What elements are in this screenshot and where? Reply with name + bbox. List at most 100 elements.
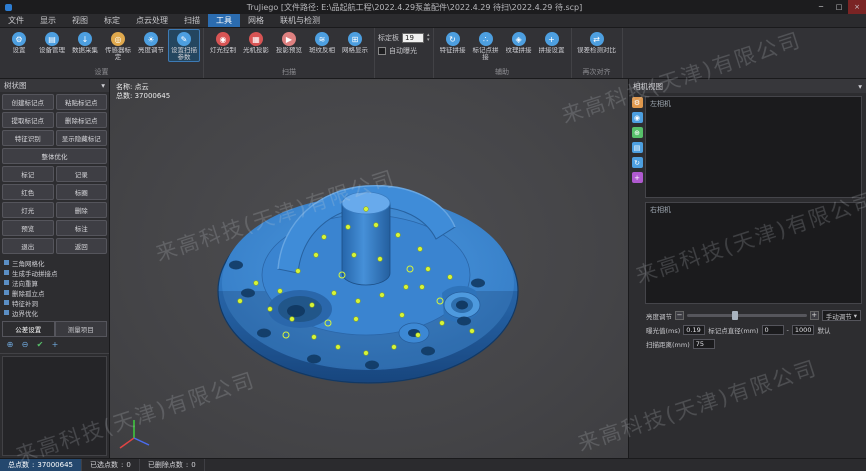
scan-distance-input[interactable]: 75 bbox=[693, 339, 715, 349]
camera-icon[interactable]: ◉ bbox=[632, 112, 643, 123]
markers-icon: ∴ bbox=[479, 32, 493, 46]
tab-mesh[interactable]: 网格 bbox=[240, 14, 272, 27]
error-compare-button[interactable]: ⇄ 误差检测对比 bbox=[575, 29, 619, 62]
tab-tools[interactable]: 工具 bbox=[208, 14, 240, 27]
minimize-button[interactable]: ─ bbox=[812, 0, 830, 14]
slider-thumb[interactable] bbox=[732, 311, 738, 320]
settings-button[interactable]: ⚙ 设置 bbox=[3, 29, 35, 62]
tab-view[interactable]: 视图 bbox=[64, 14, 96, 27]
circle-button[interactable]: 标圈 bbox=[56, 184, 108, 200]
device-manager-button[interactable]: ▤ 设备管理 bbox=[36, 29, 68, 62]
scanned-model-3d[interactable] bbox=[110, 79, 628, 458]
brightness-slider[interactable] bbox=[687, 314, 807, 317]
tab-calibration[interactable]: 标定 bbox=[96, 14, 128, 27]
extract-marker-button[interactable]: 提取标记点 bbox=[2, 112, 54, 128]
gear-icon[interactable]: ⚙ bbox=[632, 97, 643, 108]
right-camera-view[interactable]: 右相机 bbox=[645, 202, 862, 304]
pointcloud-name: 名称: 点云 bbox=[116, 83, 170, 92]
create-marker-button[interactable]: 创建标记点 bbox=[2, 94, 54, 110]
stepper-arrows-icon[interactable]: ▴▾ bbox=[427, 33, 430, 43]
device-icon: ▤ bbox=[45, 32, 59, 46]
tab-tolerance[interactable]: 公差设置 bbox=[2, 321, 55, 337]
list-item[interactable]: 特征补洞 bbox=[2, 298, 107, 307]
brightness-button[interactable]: ☀ 亮度调节 bbox=[135, 29, 167, 62]
brightness-mode-select[interactable]: 手动调节 ▾ bbox=[822, 310, 861, 321]
refresh-icon[interactable]: ↻ bbox=[632, 157, 643, 168]
brightness-label: 亮度调节 bbox=[646, 311, 672, 321]
feature-align-button[interactable]: ↻ 特征拼接 bbox=[437, 29, 469, 62]
feature-detect-button[interactable]: 特征识别 bbox=[2, 130, 54, 146]
close-button[interactable]: × bbox=[848, 0, 866, 14]
global-optimize-button[interactable]: 整体优化 bbox=[2, 148, 107, 164]
scan-params-button[interactable]: ✎ 设置扫描参数 bbox=[168, 29, 200, 62]
exit-button[interactable]: 退出 bbox=[2, 238, 54, 254]
tab-display[interactable]: 显示 bbox=[32, 14, 64, 27]
mark-button[interactable]: 标记 bbox=[2, 166, 54, 182]
diamond-icon: ◈ bbox=[512, 32, 526, 46]
preview-small-button[interactable]: 预览 bbox=[2, 220, 54, 236]
marker-align-button[interactable]: ∴ 标记点拼接 bbox=[470, 29, 502, 62]
remove-button[interactable]: 删除 bbox=[56, 202, 108, 218]
tab-scan[interactable]: 扫描 bbox=[176, 14, 208, 27]
left-camera-view[interactable]: 左相机 bbox=[645, 96, 862, 198]
status-filler bbox=[205, 459, 866, 471]
locate-icon[interactable]: + bbox=[50, 340, 60, 350]
list-item[interactable]: 删除孤立点 bbox=[2, 288, 107, 297]
grid-display-button[interactable]: ⊞ 网格显示 bbox=[339, 29, 371, 62]
ribbon-group-label: 辅助 bbox=[437, 67, 568, 78]
tab-pointcloud[interactable]: 点云处理 bbox=[128, 14, 176, 27]
pointcloud-count: 总数: 37000645 bbox=[116, 92, 170, 101]
mesh-icon bbox=[4, 280, 9, 285]
button-label: 光机投影 bbox=[243, 47, 269, 61]
crosshair-icon[interactable]: ⊕ bbox=[632, 127, 643, 138]
axis-triad bbox=[116, 414, 152, 454]
layers-icon[interactable]: ▤ bbox=[632, 142, 643, 153]
window-title: TruJiego [文件路径: E:\品起航工程\2022.4.29泵盖配件\2… bbox=[17, 2, 812, 13]
exposure-input[interactable]: 0.19 bbox=[683, 325, 705, 335]
chevron-down-icon[interactable]: ▾ bbox=[101, 81, 105, 90]
brightness-row: 亮度调节 − + 手动调节 ▾ bbox=[646, 310, 861, 321]
confirm-check-icon[interactable]: ✔ bbox=[35, 340, 45, 350]
record-button[interactable]: 记录 bbox=[56, 166, 108, 182]
stripe-invert-button[interactable]: ≋ 斑纹反相 bbox=[306, 29, 338, 62]
tab-file[interactable]: 文件 bbox=[0, 14, 32, 27]
sensor-calibration-button[interactable]: ◎ 传感器标定 bbox=[102, 29, 134, 62]
auto-exposure-checkbox[interactable] bbox=[378, 47, 386, 55]
zoom-out-icon[interactable]: ⊖ bbox=[20, 340, 30, 350]
calibration-board-input[interactable]: 19 bbox=[402, 33, 424, 43]
data-collect-button[interactable]: ↓ 数据采集 bbox=[69, 29, 101, 62]
align-settings-button[interactable]: + 拼接设置 bbox=[536, 29, 568, 62]
tab-measure[interactable]: 测量项目 bbox=[55, 321, 108, 337]
zoom-in-icon[interactable]: ⊕ bbox=[5, 340, 15, 350]
lamp-control-button[interactable]: ◉ 灯光控制 bbox=[207, 29, 239, 62]
red-button[interactable]: 红色 bbox=[2, 184, 54, 200]
delete-marker-button[interactable]: 删除标记点 bbox=[56, 112, 108, 128]
light-button[interactable]: 灯光 bbox=[2, 202, 54, 218]
list-item[interactable]: 三角网格化 bbox=[2, 258, 107, 267]
viewport-3d[interactable]: 名称: 点云 总数: 37000645 bbox=[110, 79, 628, 458]
button-label: 亮度调节 bbox=[138, 47, 164, 61]
sun-icon: ☀ bbox=[144, 32, 158, 46]
checkbox-label: 自动曝光 bbox=[389, 46, 417, 56]
paste-marker-button[interactable]: 粘贴标记点 bbox=[56, 94, 108, 110]
back-button[interactable]: 返回 bbox=[56, 238, 108, 254]
list-item[interactable]: 边界优化 bbox=[2, 308, 107, 317]
toggle-markers-button[interactable]: 显示隐藏标记 bbox=[56, 130, 108, 146]
tab-inspect[interactable]: 联机与检测 bbox=[272, 14, 328, 27]
marker-diameter-max-input[interactable]: 1000 bbox=[792, 325, 815, 335]
annotate-button[interactable]: 标注 bbox=[56, 220, 108, 236]
projector-button[interactable]: ▦ 光机投影 bbox=[240, 29, 272, 62]
brightness-plus-button[interactable]: + bbox=[810, 311, 819, 320]
add-icon[interactable]: + bbox=[632, 172, 643, 183]
list-item[interactable]: 法向重算 bbox=[2, 278, 107, 287]
preview-button[interactable]: ▶ 投影预览 bbox=[273, 29, 305, 62]
texture-align-button[interactable]: ◈ 纹理拼接 bbox=[503, 29, 535, 62]
maximize-button[interactable]: □ bbox=[830, 0, 848, 14]
marker-diameter-min-input[interactable]: 0 bbox=[762, 325, 784, 335]
chevron-down-icon[interactable]: ▾ bbox=[858, 82, 862, 91]
ribbon-field-group: 标定板 19 ▴▾ 自动曝光 bbox=[375, 28, 434, 78]
brightness-minus-button[interactable]: − bbox=[675, 311, 684, 320]
scan-distance-label: 扫描距离(mm) bbox=[646, 339, 690, 349]
list-item[interactable]: 生成手动拼接点 bbox=[2, 268, 107, 277]
tolerance-list-area[interactable] bbox=[2, 356, 107, 456]
